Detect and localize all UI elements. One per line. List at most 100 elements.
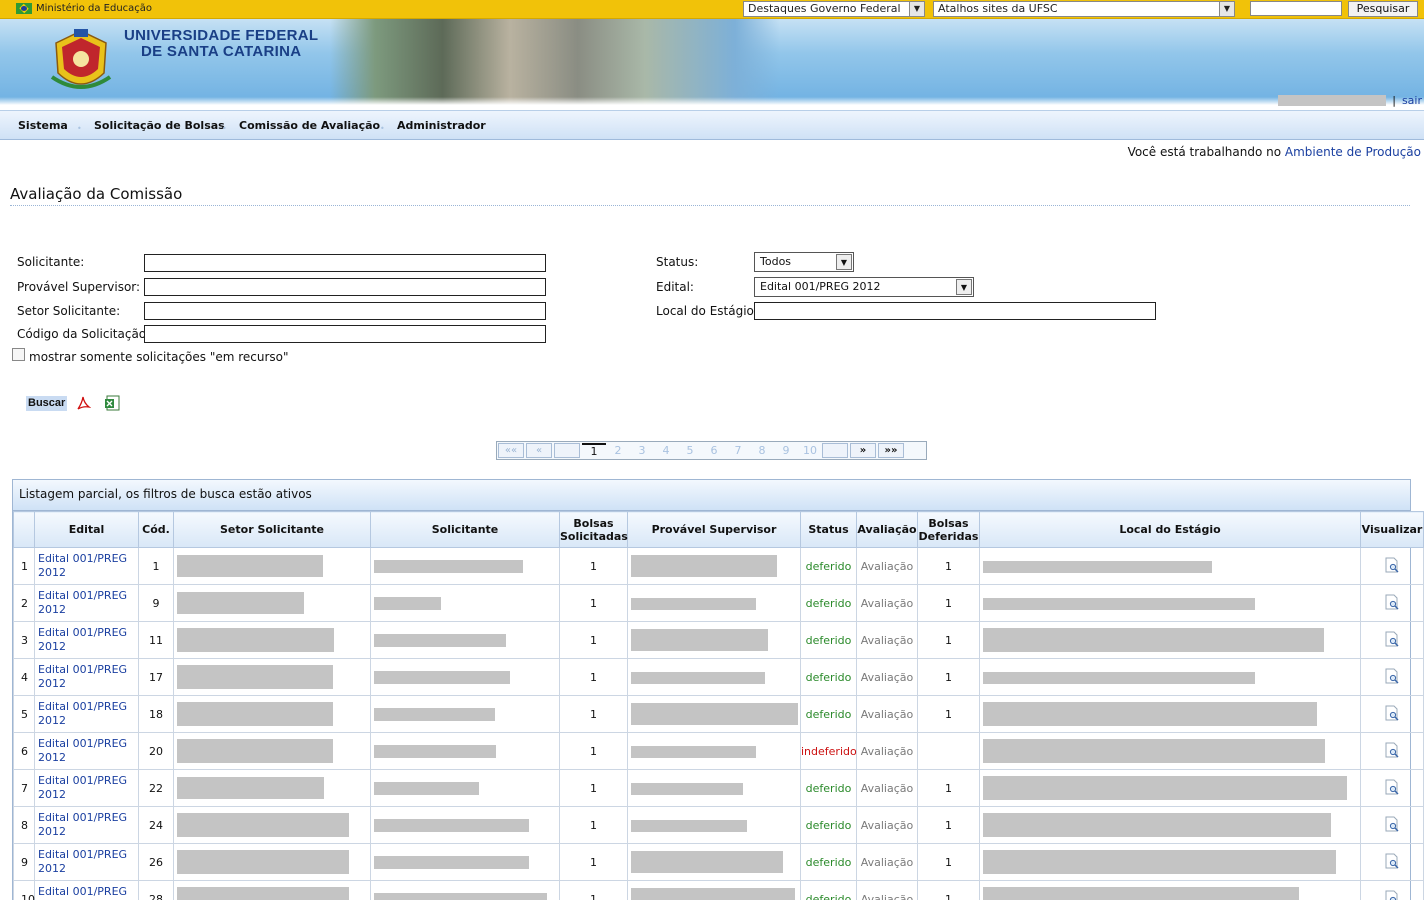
row-codigo: 24 [138,806,174,844]
page-number[interactable]: 2 [606,444,630,457]
row-avaliacao[interactable]: Avaliação [856,621,918,659]
col-avaliacao[interactable]: Avaliação [856,511,918,548]
col-local-estagio[interactable]: Local do Estágio [979,511,1361,548]
edital-link[interactable]: Edital 001/PREG2012 [35,848,138,876]
separator: | [1392,94,1396,107]
page-number[interactable]: 7 [726,444,750,457]
row-edital: Edital 001/PREG2012 [34,732,139,770]
dropdown-arrow-icon: ▼ [836,254,852,270]
edital-link[interactable]: Edital 001/PREG2012 [35,626,138,654]
codigo-input[interactable] [144,325,546,343]
row-bolsas-solicitadas: 1 [559,843,628,881]
page-number[interactable]: 6 [702,444,726,457]
col-setor[interactable]: Setor Solicitante [173,511,371,548]
prev-page-button[interactable]: « [526,443,552,458]
row-supervisor [627,547,801,585]
col-bolsas-deferidas[interactable]: Bolsas Deferidas [917,511,980,548]
page-number[interactable]: 4 [654,444,678,457]
row-avaliacao[interactable]: Avaliação [856,806,918,844]
row-edital: Edital 001/PREG2012 [34,880,139,900]
edital-link[interactable]: Edital 001/PREG2012 [35,663,138,691]
view-document-icon[interactable] [1385,705,1399,721]
row-status: deferido [800,880,857,900]
edital-link[interactable]: Edital 001/PREG2012 [35,811,138,839]
view-document-icon[interactable] [1385,779,1399,795]
edital-link-line1: Edital 001/PREG [38,737,128,750]
logout-link[interactable]: sair [1402,94,1422,107]
row-avaliacao[interactable]: Avaliação [856,880,918,900]
gov-search-input[interactable] [1250,1,1342,16]
row-avaliacao[interactable]: Avaliação [856,584,918,622]
last-page-button[interactable]: »» [878,443,904,458]
view-document-icon[interactable] [1385,816,1399,832]
ufsc-shortcuts-select[interactable]: Atalhos sites da UFSC ▼ [933,1,1235,17]
supervisor-input[interactable] [144,278,546,296]
edital-link-line1: Edital 001/PREG [38,774,128,787]
row-codigo: 17 [138,658,174,696]
col-status[interactable]: Status [800,511,857,548]
row-avaliacao[interactable]: Avaliação [856,732,918,770]
view-document-icon[interactable] [1385,853,1399,869]
recurso-checkbox[interactable] [12,348,25,361]
edital-link[interactable]: Edital 001/PREG2012 [35,774,138,802]
row-bolsas-solicitadas: 1 [559,695,628,733]
edital-link[interactable]: Edital 001/PREG2012 [35,552,138,580]
menu-item-comissao-avaliacao[interactable]: Comissão de Avaliação [239,119,380,132]
row-index: 6 [13,732,35,770]
setor-input[interactable] [144,302,546,320]
ministry-link[interactable]: Ministério da Educação [16,3,152,14]
search-button[interactable]: Buscar [26,396,68,411]
gov-search-button[interactable]: Pesquisar [1348,1,1418,17]
row-avaliacao[interactable]: Avaliação [856,695,918,733]
col-solicitante[interactable]: Solicitante [370,511,560,548]
row-avaliacao[interactable]: Avaliação [856,547,918,585]
col-supervisor[interactable]: Provável Supervisor [627,511,801,548]
page-number[interactable]: 9 [774,444,798,457]
row-avaliacao[interactable]: Avaliação [856,769,918,807]
pdf-icon[interactable] [76,395,91,411]
view-document-icon[interactable] [1385,742,1399,758]
view-document-icon[interactable] [1385,631,1399,647]
menu-item-solicitacao-bolsas[interactable]: Solicitação de Bolsas [94,119,225,132]
view-document-icon[interactable] [1385,668,1399,684]
next-page-button[interactable]: » [850,443,876,458]
edital-link[interactable]: Edital 001/PREG2012 [35,589,138,617]
row-avaliacao[interactable]: Avaliação [856,843,918,881]
page-number[interactable]: 5 [678,444,702,457]
edital-link[interactable]: Edital 001/PREG2012 [35,737,138,765]
status-select[interactable]: Todos ▼ [754,252,854,272]
row-solicitante [370,732,560,770]
edital-select[interactable]: Edital 001/PREG 2012 ▼ [754,277,974,297]
col-edital[interactable]: Edital [34,511,139,548]
environment-link[interactable]: Ambiente de Produção [1285,145,1421,159]
edital-link[interactable]: Edital 001/PREG2012 [35,885,138,900]
results-body: 1 Edital 001/PREG 2012 1 1 deferido Avali… [13,547,1424,900]
row-codigo: 11 [138,621,174,659]
edital-link-line1: Edital 001/PREG [38,885,128,898]
excel-icon[interactable] [104,395,120,411]
local-redacted [983,739,1325,763]
university-name-line1: UNIVERSIDADE FEDERAL [124,27,319,44]
page-number[interactable]: 1 [582,443,606,458]
page-number[interactable]: 3 [630,444,654,457]
col-bolsas-solicitadas[interactable]: Bolsas Solicitadas [559,511,628,548]
view-document-icon[interactable] [1385,890,1399,900]
main-menu: Sistema • Solicitação de Bolsas • Comiss… [0,110,1424,140]
gov-highlights-select[interactable]: Destaques Governo Federal ▼ [743,1,925,17]
page-number[interactable]: 8 [750,444,774,457]
page-number[interactable]: 10 [798,444,822,457]
edital-link[interactable]: Edital 001/PREG2012 [35,700,138,728]
table-header-row: Edital Cód. Setor Solicitante Solicitant… [13,511,1424,548]
row-bolsas-deferidas: 1 [917,547,980,585]
view-document-icon[interactable] [1385,557,1399,573]
ufsc-crest-icon [50,29,112,89]
row-avaliacao[interactable]: Avaliação [856,658,918,696]
col-codigo[interactable]: Cód. [138,511,174,548]
view-document-icon[interactable] [1385,594,1399,610]
username-redacted [1278,95,1387,106]
first-page-button[interactable]: «« [498,443,524,458]
menu-item-administrador[interactable]: Administrador [397,119,486,132]
solicitante-input[interactable] [144,254,546,272]
menu-item-sistema[interactable]: Sistema [18,119,68,132]
local-input[interactable] [754,302,1156,320]
